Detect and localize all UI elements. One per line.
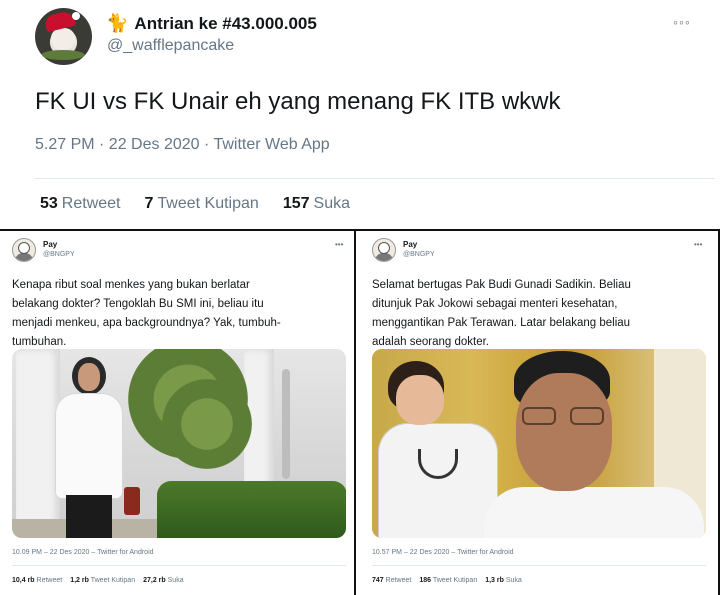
avatar[interactable] [372,238,396,262]
divider [12,565,346,566]
main-tweet: 🐈 Antrian ke #43.000.005 @_wafflepancake… [0,0,720,230]
santa-hat-pom [72,12,80,20]
display-name[interactable]: Antrian ke #43.000.005 [134,14,316,34]
divider [372,565,706,566]
tweet-text: FK UI vs FK Unair eh yang menang FK ITB … [35,88,561,115]
tweet-text: Selamat bertugas Pak Budi Gunadi Sadikin… [372,279,631,348]
embedded-tweet-left: Pay @BNGPY ••• Kenapa ribut soal menkes … [0,231,354,595]
display-name[interactable]: Pay [403,240,417,249]
cat-emoji-icon: 🐈 [106,13,129,33]
tweet-text: Kenapa ribut soal menkes yang bukan berl… [12,279,281,348]
like-count[interactable]: 27,2 rb Suka [143,577,184,584]
quote-tweet-count[interactable]: 186 Tweet Kutipan [419,577,477,584]
avatar-plate [41,50,85,60]
embedded-tweet-right: Pay @BNGPY ••• Selamat bertugas Pak Budi… [356,231,718,595]
quote-tweet-count[interactable]: 7 Tweet Kutipan [145,195,259,213]
avatar[interactable] [12,238,36,262]
tweet-timestamp[interactable]: 5.27 PM · 22 Des 2020 · Twitter Web App [35,136,330,154]
retweet-count[interactable]: 10,4 rb Retweet [12,577,62,584]
tweet-photo[interactable] [372,349,706,538]
engagement-stats: 10,4 rb Retweet 1,2 rb Tweet Kutipan 27,… [12,577,184,584]
divider [35,178,715,179]
user-handle[interactable]: @BNGPY [43,251,75,258]
user-handle[interactable]: @_wafflepancake [107,37,234,55]
more-options-icon[interactable]: ••• [694,240,702,249]
avatar-cat-face [51,28,75,50]
tweet-timestamp[interactable]: 10.57 PM – 22 Des 2020 – Twitter for And… [372,549,514,556]
engagement-stats: 747 Retweet 186 Tweet Kutipan 1,3 rb Suk… [372,577,522,584]
engagement-stats: 53 Retweet 7 Tweet Kutipan 157 Suka [40,195,350,213]
like-count[interactable]: 157 Suka [283,195,350,213]
like-count[interactable]: 1,3 rb Suka [485,577,522,584]
quote-tweet-count[interactable]: 1,2 rb Tweet Kutipan [70,577,135,584]
tweet-timestamp[interactable]: 10.09 PM – 22 Des 2020 – Twitter for And… [12,549,154,556]
display-name[interactable]: Pay [43,240,57,249]
tweet-photo[interactable] [12,349,346,538]
more-options-icon[interactable]: ••• [335,240,343,249]
retweet-count[interactable]: 747 Retweet [372,577,411,584]
retweet-count[interactable]: 53 Retweet [40,195,121,213]
more-options-icon[interactable]: ◦◦◦ [673,14,691,30]
author-name-row[interactable]: 🐈 Antrian ke #43.000.005 [106,13,317,34]
avatar[interactable] [35,8,92,65]
user-handle[interactable]: @BNGPY [403,251,435,258]
